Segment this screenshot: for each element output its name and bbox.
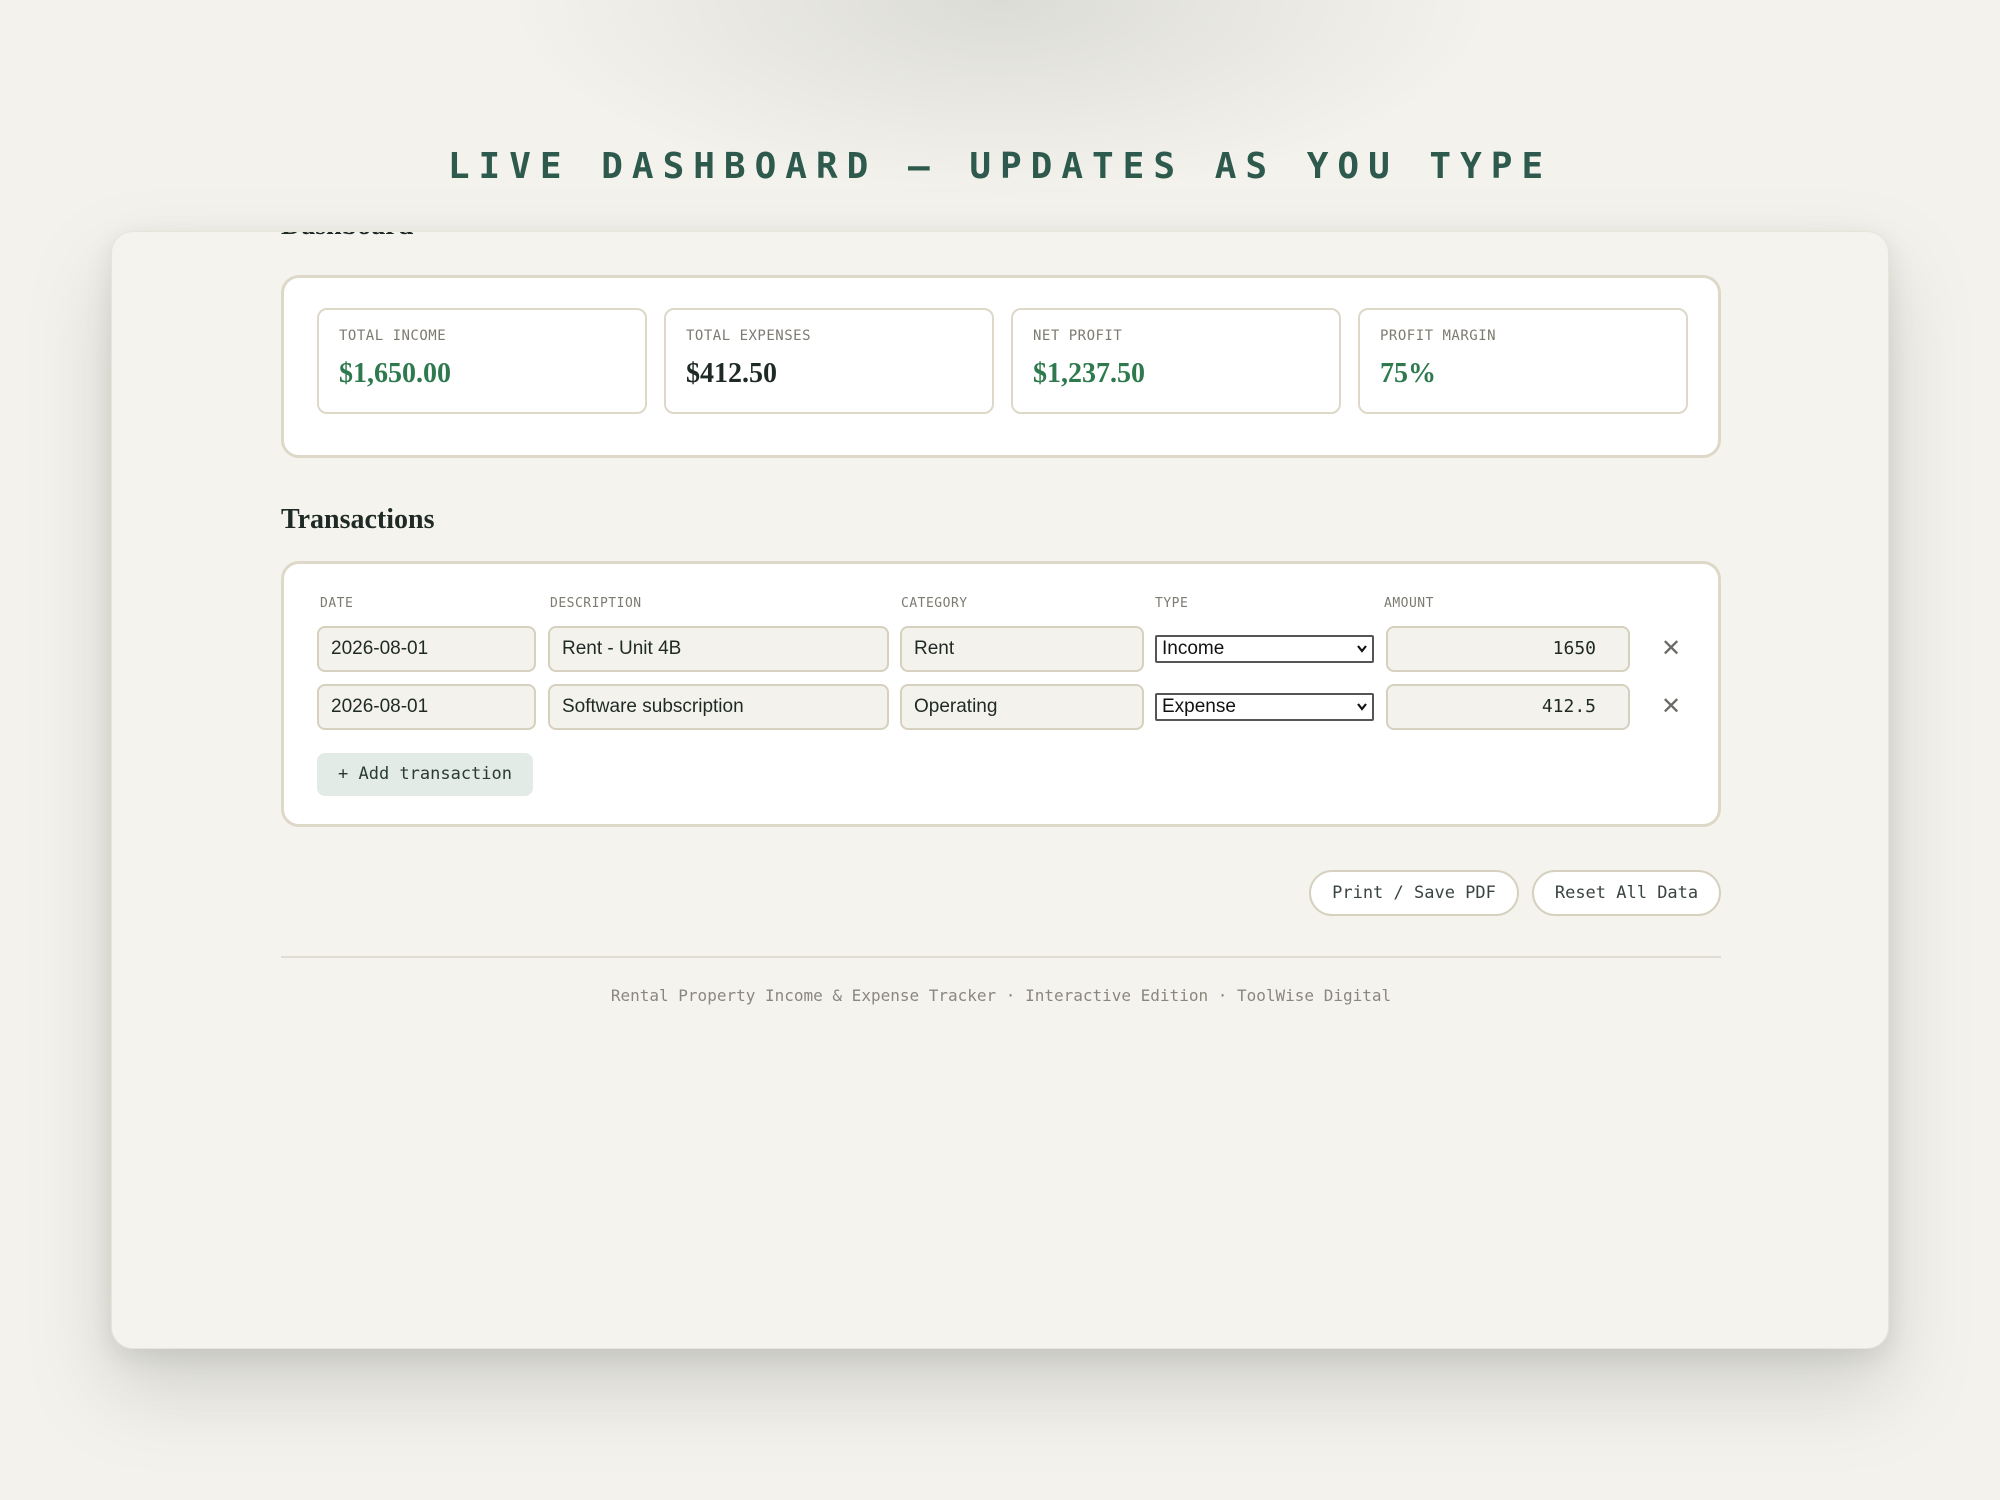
chevron-down-icon bbox=[1357, 703, 1367, 711]
stat-value: 75% bbox=[1380, 358, 1436, 389]
reset-data-button[interactable]: Reset All Data bbox=[1532, 870, 1721, 916]
column-header-amount: AMOUNT bbox=[1384, 596, 1434, 611]
stat-card-total-income: TOTAL INCOME $1,650.00 bbox=[317, 308, 647, 414]
stat-cards: TOTAL INCOME $1,650.00 TOTAL EXPENSES $4… bbox=[317, 308, 1688, 414]
stat-value: $1,237.50 bbox=[1033, 358, 1145, 389]
type-select-value: Income bbox=[1162, 638, 1225, 659]
stat-card-total-expenses: TOTAL EXPENSES $412.50 bbox=[664, 308, 994, 414]
transaction-row: 2026-08-01 Software subscription Operati… bbox=[284, 684, 1718, 732]
description-input[interactable]: Rent - Unit 4B bbox=[548, 626, 889, 672]
close-icon: ✕ bbox=[1660, 634, 1682, 662]
chevron-down-icon bbox=[1357, 645, 1367, 653]
type-select[interactable]: Expense bbox=[1155, 693, 1374, 721]
page-banner: LIVE DASHBOARD — UPDATES AS YOU TYPE bbox=[447, 146, 1553, 187]
amount-input[interactable]: 412.5 bbox=[1386, 684, 1630, 730]
transaction-row: 2026-08-01 Rent - Unit 4B Rent Income 16… bbox=[284, 626, 1718, 674]
description-input[interactable]: Software subscription bbox=[548, 684, 889, 730]
category-input[interactable]: Rent bbox=[900, 626, 1144, 672]
print-pdf-button[interactable]: Print / Save PDF bbox=[1309, 870, 1519, 916]
column-header-category: CATEGORY bbox=[901, 596, 968, 611]
stat-value: $412.50 bbox=[686, 358, 777, 389]
stats-panel: TOTAL INCOME $1,650.00 TOTAL EXPENSES $4… bbox=[281, 275, 1721, 458]
stat-label: TOTAL INCOME bbox=[339, 328, 447, 344]
remove-row-button[interactable]: ✕ bbox=[1656, 633, 1686, 663]
amount-input[interactable]: 1650 bbox=[1386, 626, 1630, 672]
stat-card-profit-margin: PROFIT MARGIN 75% bbox=[1358, 308, 1688, 414]
close-icon: ✕ bbox=[1660, 692, 1682, 720]
column-header-description: DESCRIPTION bbox=[550, 596, 642, 611]
column-header-type: TYPE bbox=[1155, 596, 1189, 611]
type-select-value: Expense bbox=[1162, 696, 1236, 717]
footer-text: Rental Property Income & Expense Tracker… bbox=[610, 986, 1392, 1005]
stat-label: NET PROFIT bbox=[1033, 328, 1123, 344]
app-frame: Dashboard TOTAL INCOME $1,650.00 TOTAL E… bbox=[111, 231, 1889, 1349]
transactions-heading: Transactions bbox=[281, 504, 435, 535]
footer-divider bbox=[281, 956, 1721, 958]
column-header-date: DATE bbox=[320, 596, 354, 611]
stat-label: PROFIT MARGIN bbox=[1380, 328, 1497, 344]
dashboard-heading: Dashboard bbox=[281, 232, 413, 242]
category-input[interactable]: Operating bbox=[900, 684, 1144, 730]
stat-card-net-profit: NET PROFIT $1,237.50 bbox=[1011, 308, 1341, 414]
date-input[interactable]: 2026-08-01 bbox=[317, 684, 536, 730]
add-transaction-button[interactable]: + Add transaction bbox=[317, 753, 533, 796]
transactions-panel: DATE DESCRIPTION CATEGORY TYPE AMOUNT 20… bbox=[281, 561, 1721, 827]
type-select[interactable]: Income bbox=[1155, 635, 1374, 663]
remove-row-button[interactable]: ✕ bbox=[1656, 691, 1686, 721]
stat-label: TOTAL EXPENSES bbox=[686, 328, 812, 344]
date-input[interactable]: 2026-08-01 bbox=[317, 626, 536, 672]
stat-value: $1,650.00 bbox=[339, 358, 451, 389]
